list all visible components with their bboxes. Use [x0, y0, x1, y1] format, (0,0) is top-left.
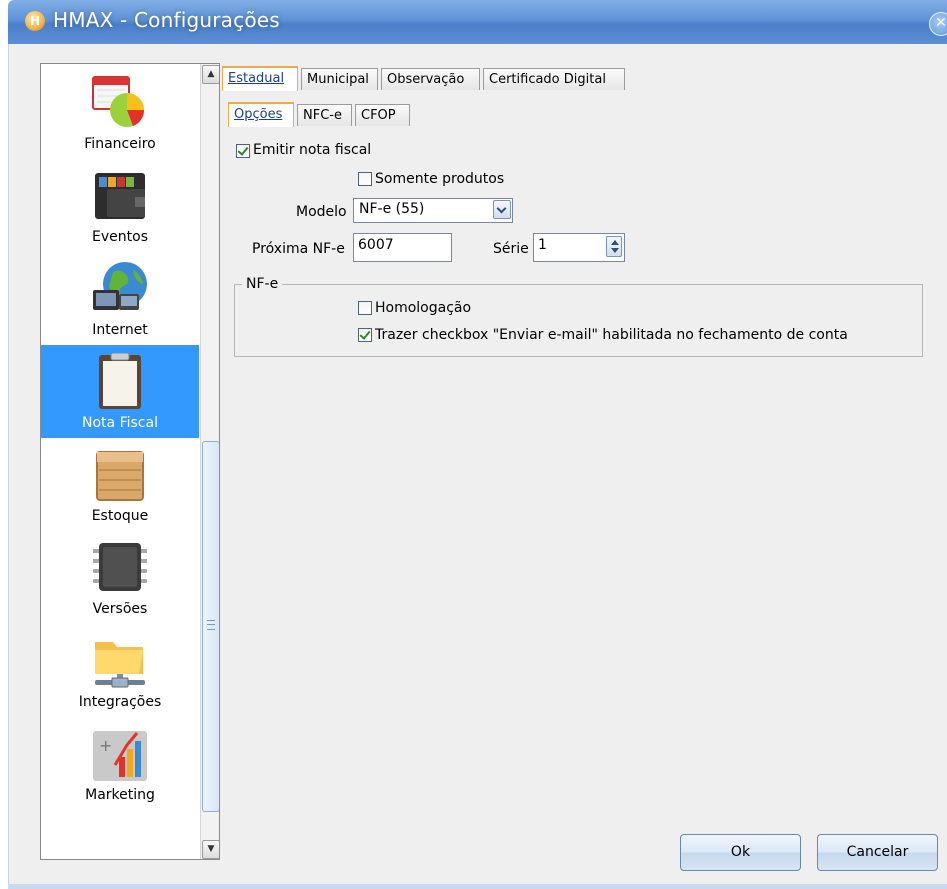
- serie-value: 1: [538, 237, 547, 253]
- emitir-nota-label: Emitir nota fiscal: [253, 142, 372, 158]
- scroll-up-button[interactable]: ▲: [202, 65, 219, 84]
- sidebar-item-label: Eventos: [92, 229, 148, 245]
- tab-cfop[interactable]: CFOP: [355, 104, 410, 126]
- chevron-down-icon[interactable]: [493, 200, 511, 219]
- tab-label: Opções: [234, 107, 283, 122]
- tab-label: CFOP: [361, 108, 396, 123]
- sidebar-item-label: Integrações: [78, 694, 162, 710]
- serie-label: Série: [493, 241, 529, 257]
- window-title: HMAX - Configurações: [53, 8, 280, 32]
- sidebar-item-estoque[interactable]: Estoque: [41, 438, 199, 531]
- proxima-nfe-label: Próxima NF-e: [252, 241, 345, 257]
- sidebar-item-marketing[interactable]: + Marketing: [41, 717, 199, 810]
- sidebar-item-financeiro[interactable]: Financeiro: [41, 66, 199, 159]
- sidebar-item-label: Nota Fiscal: [82, 415, 158, 431]
- config-window: H HMAX - Configurações ✕ Financeiro Even…: [8, 0, 947, 889]
- homologacao-checkbox[interactable]: [358, 301, 372, 315]
- spin-up-icon[interactable]: [611, 240, 619, 245]
- tab-nfc-e[interactable]: NFC-e: [297, 104, 352, 126]
- main-tab-strip: Estadual Municipal Observação Certificad…: [222, 66, 626, 92]
- sidebar-scrollbar[interactable]: ▲ ▼: [200, 64, 219, 859]
- emitir-nota-checkbox[interactable]: [236, 144, 250, 158]
- tab-label: Estadual: [228, 71, 285, 86]
- crate-icon: [96, 451, 144, 501]
- sub-tab-strip: Opções NFC-e CFOP: [228, 102, 420, 128]
- sidebar-item-versoes[interactable]: Versões: [41, 531, 199, 624]
- trazer-email-checkbox[interactable]: [358, 328, 372, 342]
- modelo-select[interactable]: NF-e (55): [353, 198, 513, 223]
- dialog-client-area: Financeiro Eventos Internet Nota Fiscal …: [8, 44, 947, 884]
- sidebar-item-label: Internet: [92, 322, 148, 338]
- modelo-label: Modelo: [296, 204, 347, 220]
- proxima-nfe-input[interactable]: 6007: [353, 233, 452, 262]
- somente-produtos-checkbox[interactable]: [358, 172, 372, 186]
- sidebar-item-integracoes[interactable]: Integrações: [41, 624, 199, 717]
- tab-certificado-digital[interactable]: Certificado Digital: [483, 68, 625, 90]
- cancel-button[interactable]: Cancelar: [817, 834, 938, 871]
- nfe-group-title: NF-e: [242, 276, 283, 292]
- marketing-chart-icon: +: [93, 731, 147, 781]
- spinner-buttons[interactable]: [606, 236, 622, 257]
- proxima-nfe-value: 6007: [358, 237, 394, 253]
- title-bar[interactable]: H HMAX - Configurações ✕: [8, 0, 947, 44]
- app-logo-icon: H: [25, 11, 45, 31]
- sidebar-item-label: Versões: [92, 601, 148, 617]
- tab-label: Certificado Digital: [489, 72, 606, 87]
- finance-chart-icon: [92, 76, 145, 127]
- sidebar-item-eventos[interactable]: Eventos: [41, 159, 199, 252]
- network-folder-icon: [95, 642, 145, 688]
- wallet-icon: [95, 173, 145, 219]
- tab-label: Observação: [387, 72, 465, 87]
- sidebar-item-label: Estoque: [91, 508, 149, 524]
- modelo-value: NF-e (55): [359, 201, 425, 217]
- somente-produtos-label: Somente produtos: [375, 171, 505, 187]
- homologacao-label: Homologação: [375, 300, 472, 316]
- svg-text:+: +: [99, 736, 112, 755]
- tab-municipal[interactable]: Municipal: [301, 68, 378, 90]
- close-button[interactable]: ✕: [929, 12, 947, 36]
- sidebar-item-nota-fiscal[interactable]: Nota Fiscal: [41, 345, 199, 438]
- globe-network-icon: [93, 262, 147, 310]
- trazer-email-label: Trazer checkbox "Enviar e-mail" habilita…: [375, 327, 848, 343]
- ok-button[interactable]: Ok: [680, 834, 801, 871]
- sidebar-item-label: Financeiro: [84, 136, 156, 152]
- grip-icon: [207, 620, 215, 630]
- spin-down-icon[interactable]: [611, 248, 619, 253]
- tab-observacao[interactable]: Observação: [381, 68, 480, 90]
- sidebar-item-internet[interactable]: Internet: [41, 252, 199, 345]
- tab-label: Municipal: [307, 72, 369, 87]
- tab-estadual[interactable]: Estadual: [222, 66, 298, 91]
- clipboard-icon: [99, 353, 141, 409]
- serie-spinner[interactable]: 1: [533, 233, 625, 262]
- scroll-thumb[interactable]: [202, 441, 219, 812]
- chip-icon: [93, 543, 147, 591]
- sidebar-item-label: Marketing: [85, 787, 155, 803]
- nfe-groupbox: [234, 284, 923, 357]
- window-frame-bottom: [8, 884, 947, 889]
- category-list[interactable]: Financeiro Eventos Internet Nota Fiscal …: [40, 63, 220, 860]
- tab-label: NFC-e: [303, 108, 342, 123]
- tab-opcoes[interactable]: Opções: [228, 102, 294, 127]
- scroll-down-button[interactable]: ▼: [202, 840, 219, 859]
